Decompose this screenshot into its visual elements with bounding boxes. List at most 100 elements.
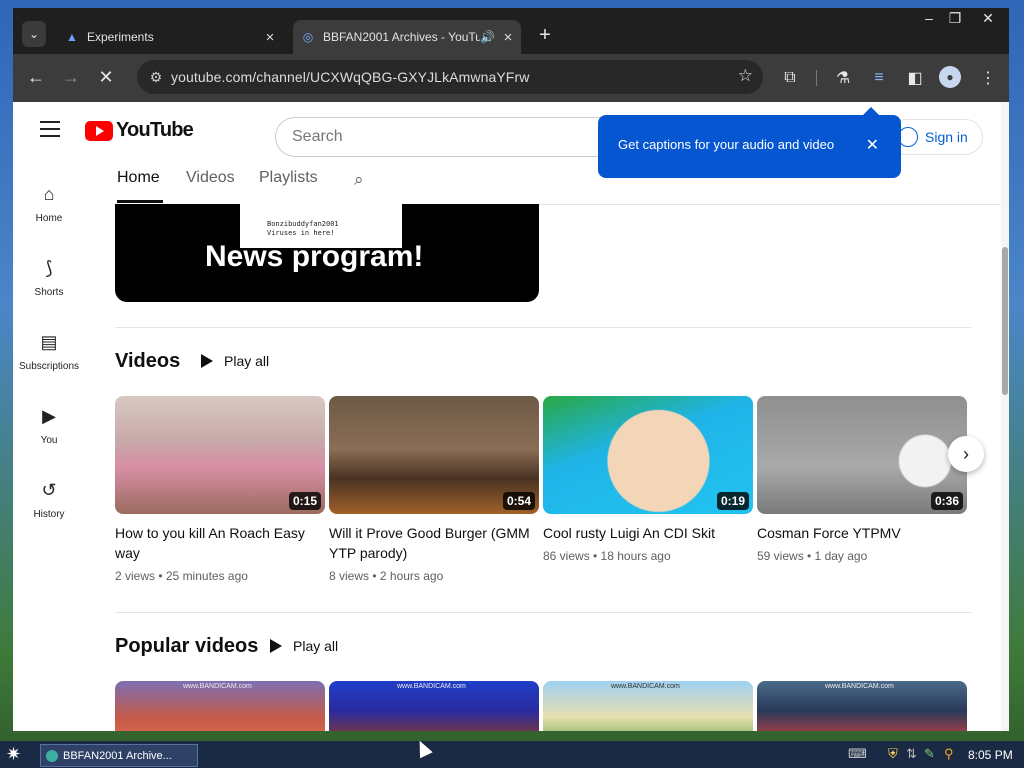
home-icon: ⌂ (43, 184, 55, 204)
system-clock[interactable]: 8:05 PM (968, 748, 1013, 762)
watermark-text: www.BANDICAM.com (397, 683, 466, 690)
tab-home[interactable]: Home (117, 169, 160, 187)
sidebar-label: Shorts (34, 287, 64, 298)
search-icon[interactable]: ⚲ (944, 746, 954, 762)
labs-flask-icon[interactable]: ⚗ (831, 66, 855, 90)
featured-video-banner[interactable]: Bonzibuddyfan2001 Viruses in here! News … (115, 204, 539, 302)
sidebar-item-history[interactable]: ↺ History (13, 468, 85, 538)
sidebar-label: You (40, 435, 58, 446)
video-title[interactable]: How to you kill An Roach Easy way (115, 523, 325, 563)
bookmark-star-icon[interactable]: ☆ (738, 66, 753, 86)
watermark-text: www.BANDICAM.com (611, 683, 680, 690)
popular-section-title[interactable]: Popular videos (115, 635, 258, 658)
videos-section-title[interactable]: Videos (115, 350, 180, 373)
tray-tool-icon[interactable]: ✎ (924, 746, 935, 762)
sidebar-item-subscriptions[interactable]: ▤ Subscriptions (13, 320, 85, 390)
watermark-text: www.BANDICAM.com (183, 683, 252, 690)
close-icon[interactable]: ✕ (866, 135, 879, 155)
tab-experiments[interactable]: ▲ Experiments × (57, 22, 283, 52)
chevron-down-icon: ⌄ (28, 27, 40, 41)
taskbar-task-browser[interactable]: BBFAN2001 Archive... (40, 744, 198, 767)
sidebar-item-home[interactable]: ⌂ Home (13, 172, 85, 242)
shield-icon[interactable]: ⛨ (888, 746, 898, 762)
play-all-label: Play all (293, 638, 339, 654)
video-title[interactable]: Cool rusty Luigi An CDI Skit (543, 523, 753, 543)
profile-avatar-icon[interactable]: ● (939, 66, 961, 88)
video-thumbnail[interactable]: 0:54 (329, 396, 539, 514)
forward-icon[interactable]: → (58, 64, 84, 90)
speaker-icon[interactable]: 🔊 (480, 30, 495, 44)
sidebar-item-you[interactable]: ▶ You (13, 394, 85, 464)
back-icon[interactable]: ← (23, 64, 49, 90)
video-thumbnail[interactable]: 0:36 (757, 396, 967, 514)
chevron-right-icon: › (963, 443, 969, 464)
masthead: YouTube Search Sign in Get captions for … (13, 102, 1001, 178)
keyboard-icon[interactable]: ⌨ (848, 746, 867, 762)
watermark-text: www.BANDICAM.com (825, 683, 894, 690)
side-panel-icon[interactable]: ◧ (903, 66, 927, 90)
duration-badge: 0:19 (716, 492, 749, 510)
close-tab-icon[interactable]: × (261, 29, 279, 46)
video-thumbnail[interactable]: 0:19 (543, 396, 753, 514)
video-thumbnail[interactable]: 0:15 (115, 396, 325, 514)
sidebar-label: Subscriptions (18, 361, 80, 372)
subscriptions-icon: ▤ (40, 332, 58, 352)
tooltip-text: Get captions for your audio and video (618, 137, 835, 152)
video-card[interactable]: 0:15 How to you kill An Roach Easy way 2… (115, 396, 325, 583)
sign-in-label: Sign in (925, 129, 968, 145)
maximize-button[interactable]: ❐ (942, 10, 968, 27)
live-caption-icon[interactable]: ≡ (867, 66, 891, 90)
popular-video-thumbnail[interactable]: www.BANDICAM.com (543, 681, 753, 731)
banner-box-text: Bonzibuddyfan2001 Viruses in here! (267, 220, 339, 238)
tab-videos[interactable]: Videos (186, 169, 235, 187)
popular-video-thumbnail[interactable]: www.BANDICAM.com (757, 681, 967, 731)
play-icon (270, 639, 282, 653)
video-card[interactable]: 0:54 Will it Prove Good Burger (GMM YTP … (329, 396, 539, 583)
taskbar: ✷ BBFAN2001 Archive... ⌨ ⛨ ⇅ ✎ ⚲ 8:05 PM (0, 741, 1024, 768)
duration-badge: 0:54 (502, 492, 535, 510)
network-icon[interactable]: ⇅ (906, 746, 917, 762)
close-tab-icon[interactable]: × (499, 29, 517, 46)
duration-badge: 0:36 (930, 492, 963, 510)
youtube-logo[interactable]: YouTube (85, 119, 194, 142)
tab-search-button[interactable]: ⌄ (22, 21, 46, 47)
shelf-next-button[interactable]: › (948, 436, 984, 472)
channel-search-icon[interactable]: ⌕ (354, 170, 364, 190)
video-card[interactable]: 0:36 Cosman Force YTPMV 59 views • 1 day… (757, 396, 967, 563)
menu-kebab-icon[interactable]: ⋮ (976, 66, 1000, 90)
tab-underline (117, 200, 163, 203)
video-card[interactable]: 0:19 Cool rusty Luigi An CDI Skit 86 vie… (543, 396, 753, 563)
sidebar-label: History (33, 509, 65, 520)
play-all-button[interactable]: Play all (270, 638, 338, 654)
url-text[interactable]: youtube.com/channel/UCXWqQBG-GXYJLkAmwna… (171, 69, 529, 85)
logo-text: YouTube (116, 119, 194, 141)
tab-youtube[interactable]: ◎ BBFAN2001 Archives - YouTube 🔊 × (293, 20, 521, 54)
popular-video-thumbnail[interactable]: www.BANDICAM.com (329, 681, 539, 731)
tab-playlists[interactable]: Playlists (259, 169, 318, 187)
close-window-button[interactable]: ✕ (975, 10, 1001, 27)
address-bar[interactable]: ⚙ youtube.com/channel/UCXWqQBG-GXYJLkAmw… (137, 60, 763, 94)
sidebar-item-shorts[interactable]: ⟆ Shorts (13, 246, 85, 316)
sign-in-button[interactable]: Sign in (889, 119, 983, 155)
extensions-icon[interactable]: ⧉ (778, 66, 802, 90)
tab-title: BBFAN2001 Archives - YouTube (323, 30, 481, 44)
play-all-label: Play all (224, 353, 270, 369)
video-meta: 59 views • 1 day ago (757, 549, 868, 563)
start-menu-icon[interactable]: ✷ (6, 744, 21, 765)
stop-icon[interactable]: ✕ (93, 64, 119, 90)
browser-toolbar: ← → ✕ ⚙ youtube.com/channel/UCXWqQBG-GXY… (13, 54, 1009, 102)
play-all-button[interactable]: Play all (201, 353, 269, 369)
video-title[interactable]: Will it Prove Good Burger (GMM YTP parod… (329, 523, 539, 563)
search-box[interactable]: Search (275, 117, 637, 157)
hamburger-menu-icon[interactable] (40, 121, 60, 137)
search-placeholder: Search (292, 128, 343, 145)
site-info-icon[interactable]: ⚙ (143, 64, 169, 90)
new-tab-button[interactable]: + (534, 24, 556, 47)
minimize-button[interactable]: – (916, 10, 942, 26)
page-scrollbar[interactable] (1001, 102, 1009, 731)
popular-video-thumbnail[interactable]: www.BANDICAM.com (115, 681, 325, 731)
browser-app-icon (46, 749, 58, 762)
scrollbar-thumb[interactable] (1002, 247, 1008, 395)
history-icon: ↺ (41, 480, 57, 500)
video-title[interactable]: Cosman Force YTPMV (757, 523, 967, 543)
